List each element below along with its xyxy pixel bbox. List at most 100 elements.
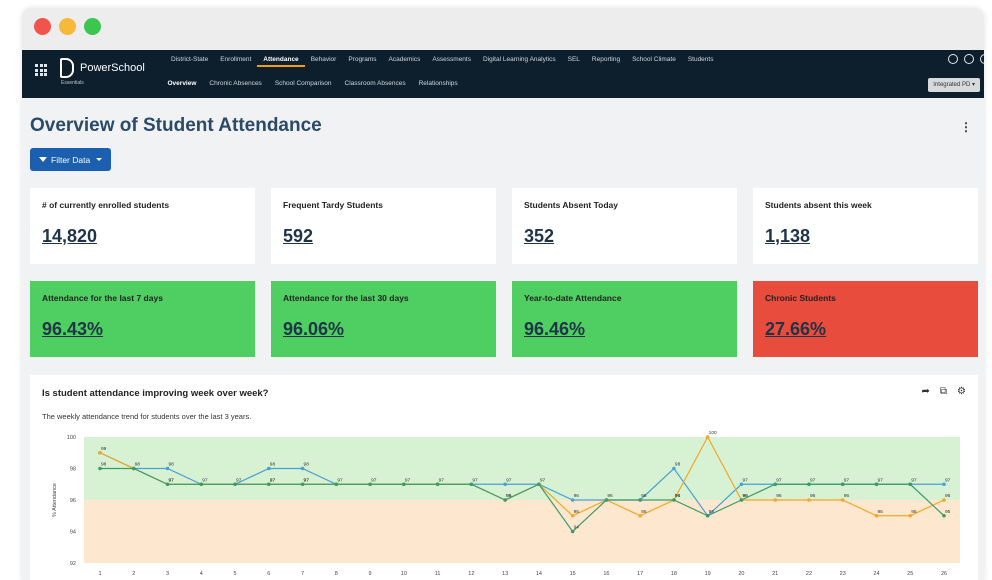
data-label: 98 (270, 462, 276, 468)
y-axis-label: % Attendance (52, 483, 58, 517)
y-tick-label: 92 (70, 561, 76, 567)
y-tick-label: 96 (70, 498, 76, 504)
series-point (402, 482, 406, 487)
data-label: 98 (169, 462, 175, 468)
data-label: 97 (202, 477, 208, 483)
rate-label: Chronic Students (765, 293, 836, 303)
nav-item-students[interactable]: Students (682, 53, 720, 67)
nav-item-district-state[interactable]: District-State (165, 53, 214, 67)
x-tick-label: 7 (301, 571, 304, 577)
nav-item-behavior[interactable]: Behavior (305, 53, 343, 67)
x-tick-label: 15 (570, 571, 576, 577)
top-navigation: District-State Enrollment Attendance Behavi… (165, 53, 719, 67)
series-point (537, 482, 541, 487)
nav-item-programs[interactable]: Programs (342, 53, 382, 67)
rate-card-ytd: Year-to-date Attendance 96.46% (512, 281, 737, 357)
nav-item-assessments[interactable]: Assessments (426, 53, 477, 67)
nav-item-sel[interactable]: SEL (562, 53, 586, 67)
data-label: 98 (135, 462, 141, 468)
data-label: 95 (911, 509, 917, 515)
data-label: 97 (540, 477, 546, 483)
rate-value-link[interactable]: 96.46% (524, 319, 585, 340)
tab-relationships[interactable]: Relationships (412, 80, 464, 87)
attendance-line-chart: 929496981001 2 3 4 5 6 7 8 9 10 11 12 13 14 15 16 17 18 19… (52, 430, 960, 577)
rate-value-link[interactable]: 27.66% (765, 319, 826, 340)
stat-card-absent-today: Students Absent Today 352 (512, 188, 737, 264)
x-tick-label: 12 (468, 571, 474, 577)
data-label: 95 (945, 509, 951, 515)
more-options-icon[interactable]: ⋮ (960, 120, 972, 134)
rate-label: Year-to-date Attendance (524, 293, 622, 303)
nav-item-enrollment[interactable]: Enrollment (214, 53, 257, 67)
user-account-icon[interactable] (964, 54, 974, 64)
data-label: 97 (945, 477, 951, 483)
rate-value-link[interactable]: 96.43% (42, 319, 103, 340)
series-point (368, 482, 372, 487)
filter-data-button[interactable]: Filter Data (30, 148, 112, 171)
data-label: 97 (742, 477, 748, 483)
data-label: 99 (101, 446, 107, 452)
x-tick-label: 6 (267, 571, 270, 577)
nav-item-school-climate[interactable]: School Climate (626, 53, 682, 67)
brand-subtitle: Essentials (61, 80, 84, 86)
data-label: 97 (844, 477, 850, 483)
stat-card-enrolled: # of currently enrolled students 14,820 (30, 188, 255, 264)
settings-icon[interactable] (980, 54, 984, 64)
maximize-window-button[interactable] (84, 18, 101, 35)
x-tick-label: 13 (502, 571, 508, 577)
x-tick-label: 21 (772, 571, 778, 577)
chart-band-1 (84, 500, 960, 563)
data-label: 100 (709, 430, 717, 436)
series-point (233, 482, 237, 487)
data-label: 95 (641, 509, 647, 515)
stat-value-link[interactable]: 1,138 (765, 226, 810, 247)
sub-navigation: Overview Chronic Absences School Compariso… (161, 80, 464, 87)
minimize-window-button[interactable] (59, 18, 76, 35)
app-header: PowerSchool Essentials District-State Enr… (22, 50, 984, 98)
window-titlebar (22, 8, 984, 50)
tab-overview[interactable]: Overview (161, 80, 203, 87)
help-icon[interactable] (948, 54, 958, 64)
stat-value-link[interactable]: 14,820 (42, 226, 97, 247)
data-label: 98 (101, 462, 107, 468)
x-tick-label: 3 (166, 571, 169, 577)
external-link-icon[interactable]: ⧉ (940, 386, 947, 397)
x-tick-label: 10 (401, 571, 407, 577)
nav-item-reporting[interactable]: Reporting (586, 53, 626, 67)
x-tick-label: 1 (98, 571, 101, 577)
data-label: 97 (877, 477, 883, 483)
stat-value-link[interactable]: 592 (283, 226, 313, 247)
app-grid-icon[interactable] (35, 64, 47, 76)
x-tick-label: 25 (907, 571, 913, 577)
tab-chronic-absences[interactable]: Chronic Absences (203, 80, 268, 87)
tab-classroom-absences[interactable]: Classroom Absences (338, 80, 412, 87)
rate-card-7-days: Attendance for the last 7 days 96.43% (30, 281, 255, 357)
x-tick-label: 20 (738, 571, 744, 577)
nav-item-digital-learning-analytics[interactable]: Digital Learning Analytics (477, 53, 562, 67)
close-window-button[interactable] (34, 18, 51, 35)
data-label: 96 (742, 493, 748, 499)
share-icon[interactable]: ➦ (922, 386, 930, 397)
x-tick-label: 18 (671, 571, 677, 577)
data-label: 96 (607, 493, 613, 499)
stat-value-link[interactable]: 352 (524, 226, 554, 247)
x-tick-label: 5 (234, 571, 237, 577)
rate-card-chronic: Chronic Students 27.66% (753, 281, 978, 357)
y-tick-label: 94 (70, 530, 76, 536)
powerschool-logo-icon (60, 58, 74, 78)
rate-label: Attendance for the last 7 days (42, 293, 163, 303)
x-tick-label: 8 (335, 571, 338, 577)
data-label: 97 (236, 477, 242, 483)
data-label: 97 (911, 477, 917, 483)
chevron-down-icon (96, 158, 103, 161)
tab-school-comparison[interactable]: School Comparison (268, 80, 338, 87)
settings-icon[interactable]: ⚙ (957, 386, 966, 397)
rate-value-link[interactable]: 96.06% (283, 319, 344, 340)
district-select[interactable]: Integrated PD ▾ (928, 78, 980, 92)
series-point (840, 482, 845, 487)
series-point (908, 482, 913, 487)
data-label: 96 (506, 493, 512, 499)
nav-item-attendance[interactable]: Attendance (257, 53, 305, 67)
nav-item-academics[interactable]: Academics (383, 53, 427, 67)
stat-card-absent-week: Students absent this week 1,138 (753, 188, 978, 264)
